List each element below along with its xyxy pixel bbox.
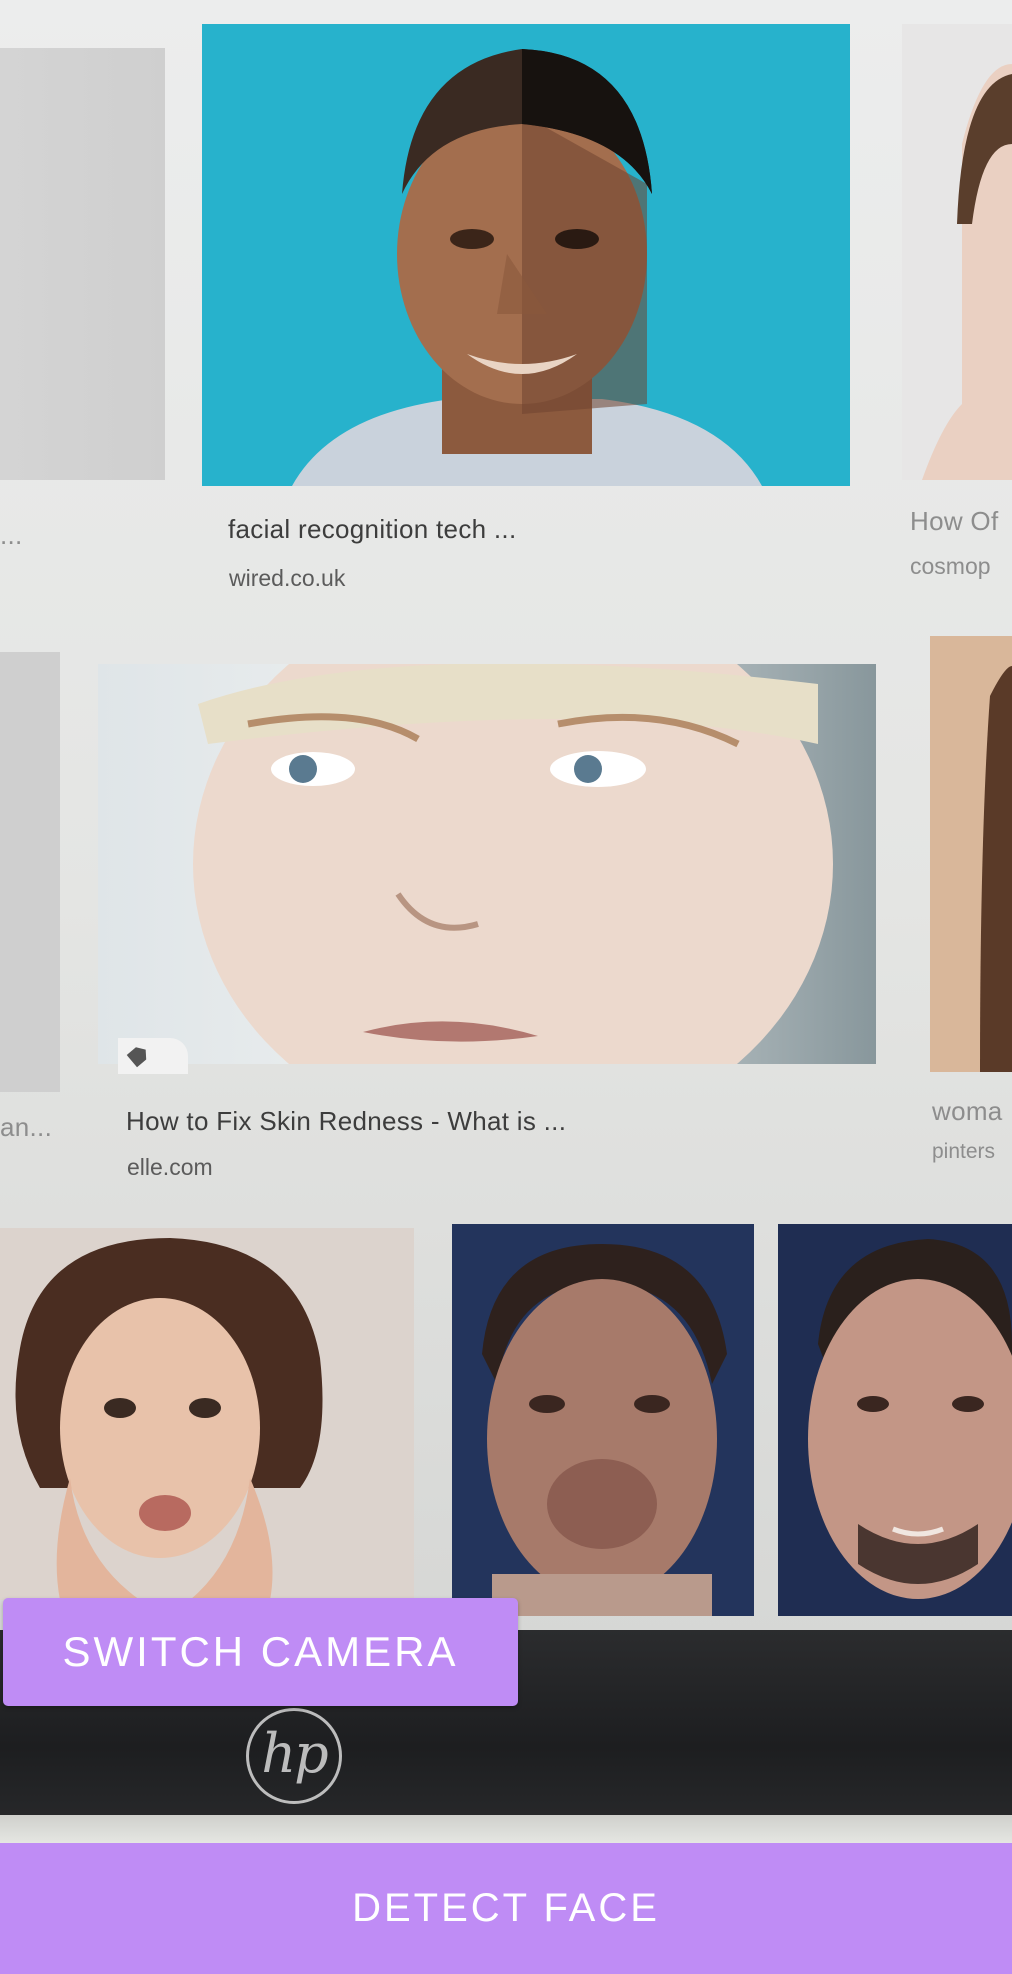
partial-caption[interactable]: an...: [0, 1112, 52, 1143]
partial-caption[interactable]: How Of: [910, 506, 998, 537]
image-result-thumbnail: [0, 652, 60, 1092]
detect-face-button[interactable]: DETECT FACE: [0, 1843, 1012, 1974]
face-photo-illustration: [193, 664, 833, 1064]
image-result-thumbnail: [902, 24, 1012, 480]
partial-source[interactable]: cosmop: [910, 553, 991, 580]
image-result-thumbnail: [452, 1224, 754, 1616]
image-result-thumbnail: [930, 636, 1012, 1072]
result-source[interactable]: elle.com: [127, 1154, 213, 1181]
face-photo-illustration: [980, 666, 1012, 1072]
image-result-thumbnail-wired: [202, 24, 850, 486]
result-caption[interactable]: facial recognition tech ...: [228, 514, 516, 545]
image-result-thumbnail: [0, 1228, 414, 1600]
result-source[interactable]: wired.co.uk: [229, 565, 345, 592]
face-photo-illustration: [482, 1244, 727, 1616]
image-result-thumbnail: [0, 48, 165, 480]
switch-camera-button[interactable]: SWITCH CAMERA: [3, 1598, 518, 1706]
face-photo-illustration: [922, 64, 1012, 480]
face-photo-illustration: [292, 49, 762, 486]
partial-caption: ...: [0, 520, 23, 550]
hp-logo: hp: [246, 1708, 342, 1804]
image-result-thumbnail: [778, 1224, 1012, 1616]
partial-source[interactable]: pinters: [932, 1140, 995, 1164]
laptop-base-strip: [0, 1815, 1012, 1843]
image-result-thumbnail-elle: [98, 664, 876, 1064]
partial-caption[interactable]: woma: [932, 1096, 1003, 1127]
tag-icon: [118, 1038, 188, 1074]
camera-preview: ... facial recognition tech ... wired.co…: [0, 0, 1012, 1843]
face-photo-illustration: [15, 1238, 323, 1600]
face-photo-illustration: [808, 1239, 1012, 1599]
result-caption[interactable]: How to Fix Skin Redness - What is ...: [126, 1106, 566, 1137]
